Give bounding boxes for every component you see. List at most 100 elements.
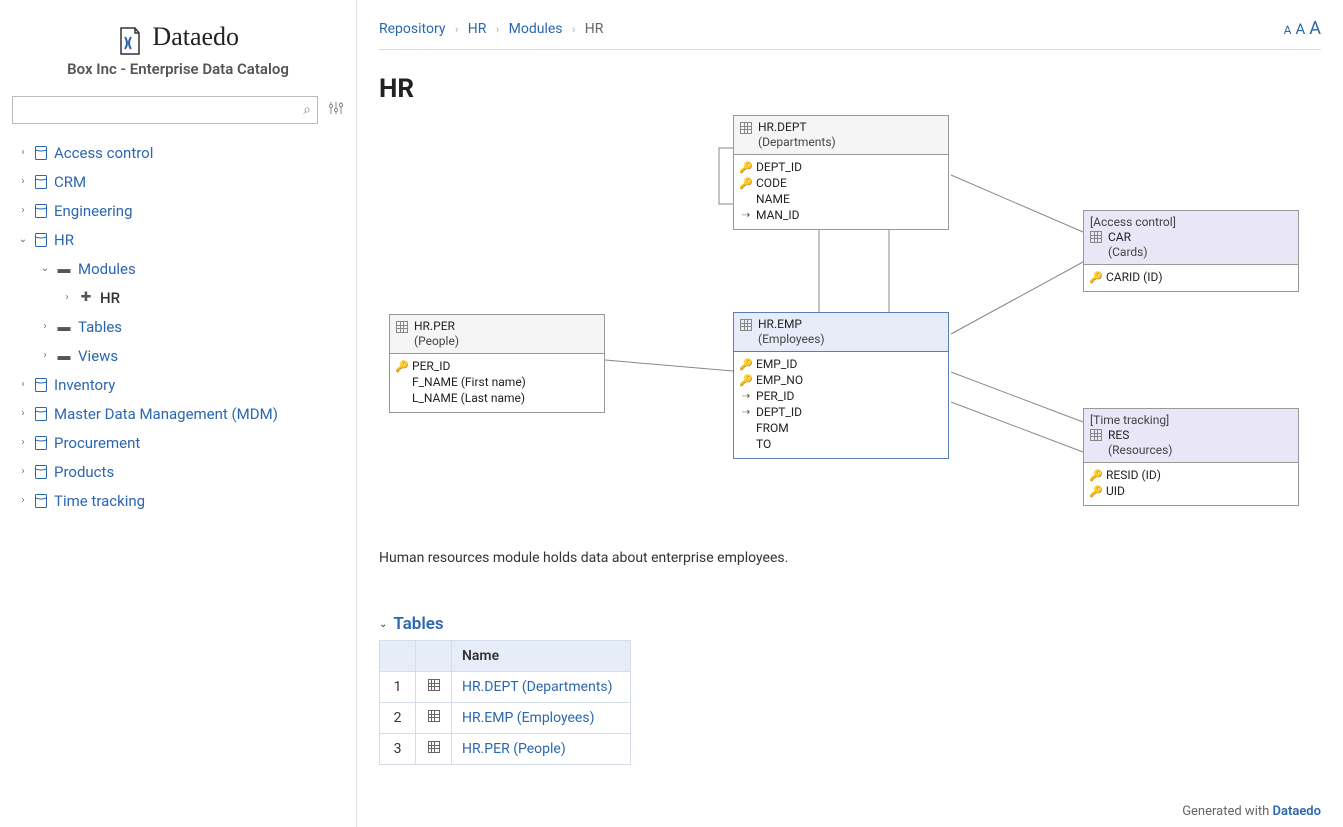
sidebar-item-engineering[interactable]: › Engineering: [12, 196, 344, 225]
chevron-right-icon: ›: [18, 379, 28, 390]
tables-section-header[interactable]: ⌄ Tables: [379, 614, 1321, 634]
tables-list: Name 1 HR.DEPT (Departments) 2 HR.EMP (E…: [379, 640, 631, 765]
sidebar-item-time-tracking[interactable]: › Time tracking: [12, 486, 344, 515]
entity-sub: (Cards): [1108, 245, 1292, 260]
table-link[interactable]: HR.EMP (Employees): [462, 710, 594, 726]
table-icon: [740, 319, 752, 331]
sidebar-item-label: Time tracking: [54, 492, 145, 510]
sidebar-item-module-hr[interactable]: › ✚ HR: [12, 283, 344, 312]
column-name: EMP_NO: [756, 373, 803, 387]
section-title: Tables: [393, 614, 443, 634]
filter-icon[interactable]: [328, 100, 344, 120]
chevron-right-icon: ›: [18, 147, 28, 158]
sidebar-item-views[interactable]: › ▬ Views: [12, 341, 344, 370]
main: Repository › HR › Modules › HR A A A HR: [357, 0, 1343, 827]
sidebar-item-modules[interactable]: ⌄ ▬ Modules: [12, 254, 344, 283]
topbar: Repository › HR › Modules › HR A A A: [379, 18, 1321, 50]
sidebar: Dataedo Box Inc - Enterprise Data Catalo…: [0, 0, 357, 827]
column-name: TO: [756, 437, 771, 451]
entity-header: HR.DEPT (Departments): [734, 116, 948, 155]
breadcrumb: Repository › HR › Modules › HR: [379, 21, 603, 37]
key-icon: 🔑: [740, 161, 752, 174]
row-index: 2: [380, 703, 416, 734]
column-name: CARID (ID): [1106, 270, 1163, 284]
table-icon: [416, 703, 452, 734]
entity-res[interactable]: [Time tracking] RES (Resources) 🔑RESID (…: [1083, 408, 1299, 506]
entity-per[interactable]: HR.PER (People) 🔑PER_ID F_NAME (First na…: [389, 314, 605, 413]
chevron-right-icon: ›: [455, 23, 458, 36]
sidebar-item-products[interactable]: › Products: [12, 457, 344, 486]
chevron-right-icon: ›: [18, 437, 28, 448]
chevron-right-icon: ›: [18, 205, 28, 216]
column-name: CODE: [756, 176, 787, 190]
column-name: F_NAME (First name): [412, 375, 526, 389]
column-name: MAN_ID: [756, 208, 800, 222]
sidebar-item-label: CRM: [54, 173, 86, 191]
sidebar-item-crm[interactable]: › CRM: [12, 167, 344, 196]
folder-icon: ▬: [56, 261, 72, 277]
key-icon: 🔑: [396, 360, 408, 373]
table-icon: [396, 321, 408, 333]
sidebar-item-access-control[interactable]: › Access control: [12, 138, 344, 167]
entity-body: 🔑EMP_ID 🔑EMP_NO ⇢PER_ID ⇢DEPT_ID FROM TO: [734, 352, 948, 458]
font-size-medium[interactable]: A: [1295, 20, 1305, 38]
font-size-large[interactable]: A: [1309, 18, 1321, 39]
sidebar-item-label: Products: [54, 463, 114, 481]
column-name: FROM: [756, 421, 789, 435]
row-index: 1: [380, 672, 416, 703]
table-row[interactable]: 1 HR.DEPT (Departments): [380, 672, 631, 703]
search-box[interactable]: ⌕: [12, 96, 318, 124]
entity-header: [Time tracking] RES (Resources): [1084, 409, 1298, 463]
entity-header: [Access control] CAR (Cards): [1084, 211, 1298, 265]
relation-icon: ⇢: [740, 210, 752, 221]
chevron-right-icon: ›: [18, 495, 28, 506]
search-icon[interactable]: ⌕: [303, 102, 311, 118]
breadcrumb-link[interactable]: Modules: [509, 21, 563, 37]
chevron-down-icon: ⌄: [18, 234, 28, 245]
breadcrumb-link[interactable]: Repository: [379, 21, 445, 37]
entity-sub: (People): [414, 334, 598, 349]
footer-brand-link[interactable]: Dataedo: [1273, 804, 1321, 819]
chevron-down-icon: ⌄: [40, 263, 50, 274]
sidebar-item-mdm[interactable]: › Master Data Management (MDM): [12, 399, 344, 428]
breadcrumb-link[interactable]: HR: [468, 21, 487, 37]
sidebar-item-label: Modules: [78, 260, 136, 278]
key-icon: 🔑: [740, 358, 752, 371]
er-diagram: HR.DEPT (Departments) 🔑DEPT_ID 🔑CODE NAM…: [379, 112, 1321, 542]
database-icon: [34, 145, 48, 161]
table-row[interactable]: 2 HR.EMP (Employees): [380, 703, 631, 734]
table-link[interactable]: HR.DEPT (Departments): [462, 679, 613, 695]
chevron-right-icon: ›: [496, 23, 499, 36]
entity-header: HR.EMP (Employees): [734, 313, 948, 352]
entity-body: 🔑RESID (ID) 🔑UID: [1084, 463, 1298, 505]
table-link[interactable]: HR.PER (People): [462, 741, 566, 757]
entity-dept[interactable]: HR.DEPT (Departments) 🔑DEPT_ID 🔑CODE NAM…: [733, 115, 949, 230]
column-name: UID: [1106, 484, 1125, 498]
sidebar-item-label: Master Data Management (MDM): [54, 405, 278, 423]
row-index: 3: [380, 734, 416, 765]
search-input[interactable]: [19, 102, 303, 119]
sidebar-item-tables[interactable]: › ▬ Tables: [12, 312, 344, 341]
table-icon: [740, 122, 752, 134]
sidebar-item-hr[interactable]: ⌄ HR: [12, 225, 344, 254]
nav-tree: › Access control › CRM › Engineering ⌄ H…: [12, 138, 344, 515]
entity-car[interactable]: [Access control] CAR (Cards) 🔑CARID (ID): [1083, 210, 1299, 292]
entity-name: HR.DEPT: [758, 120, 942, 135]
sidebar-item-inventory[interactable]: › Inventory: [12, 370, 344, 399]
table-header-blank: [380, 641, 416, 672]
puzzle-icon: ✚: [78, 290, 94, 305]
table-icon: [1090, 231, 1102, 243]
entity-body: 🔑PER_ID F_NAME (First name) L_NAME (Last…: [390, 354, 604, 412]
database-icon: [34, 232, 48, 248]
key-icon: 🔑: [740, 374, 752, 387]
key-icon: 🔑: [1090, 469, 1102, 482]
folder-icon: ▬: [56, 319, 72, 335]
entity-body: 🔑DEPT_ID 🔑CODE NAME ⇢MAN_ID: [734, 155, 948, 229]
table-row[interactable]: 3 HR.PER (People): [380, 734, 631, 765]
font-size-small[interactable]: A: [1284, 23, 1292, 37]
entity-emp[interactable]: HR.EMP (Employees) 🔑EMP_ID 🔑EMP_NO ⇢PER_…: [733, 312, 949, 459]
sidebar-item-procurement[interactable]: › Procurement: [12, 428, 344, 457]
table-header-name: Name: [452, 641, 631, 672]
key-icon: 🔑: [1090, 485, 1102, 498]
relation-icon: ⇢: [740, 391, 752, 402]
